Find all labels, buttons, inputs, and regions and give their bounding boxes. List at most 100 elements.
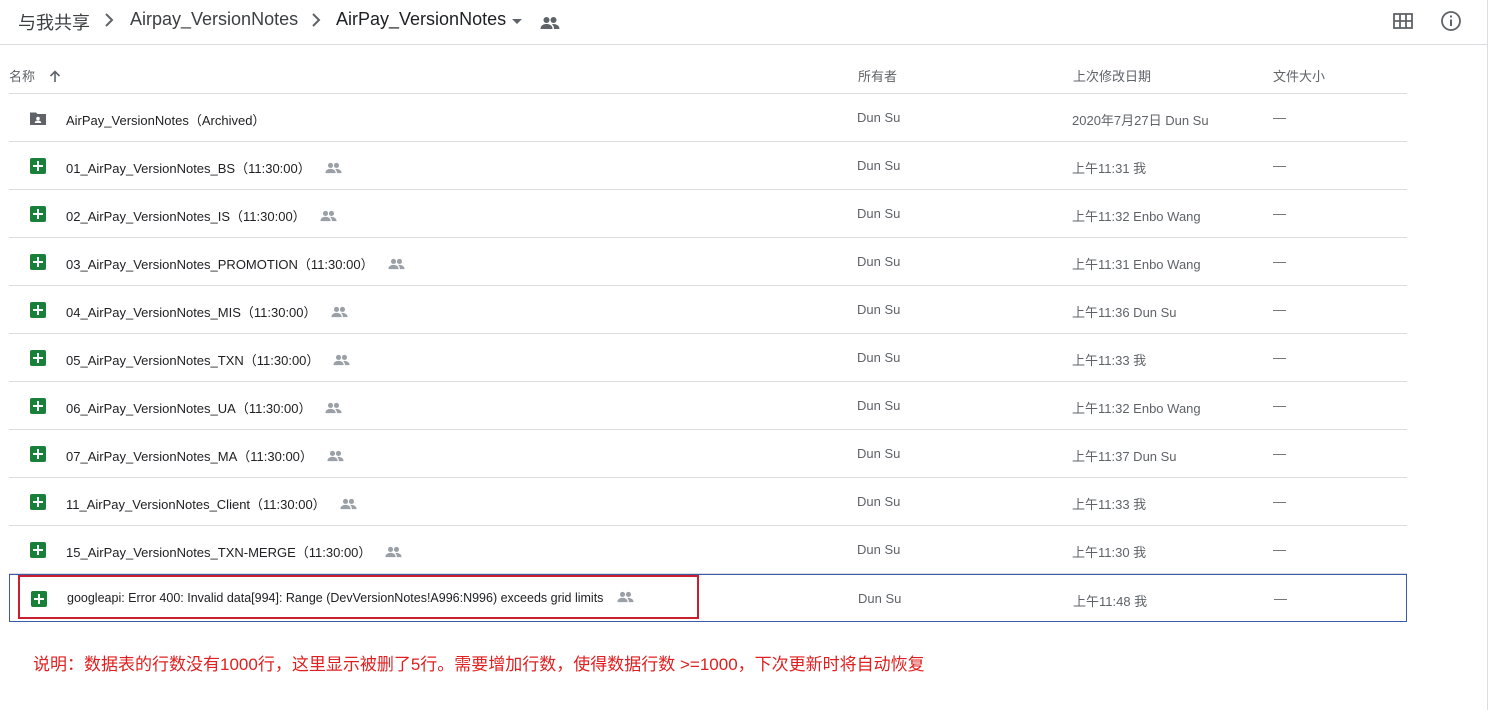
shared-folder-icon (30, 112, 46, 125)
file-row[interactable]: 04_AirPay_VersionNotes_MIS（11:30:00） Dun … (9, 286, 1407, 334)
top-bar: 与我共享 Airpay_VersionNotes AirPay_VersionN… (0, 0, 1487, 45)
file-size: — (1273, 254, 1286, 269)
file-name[interactable]: 07_AirPay_VersionNotes_MA（11:30:00） (66, 446, 344, 465)
file-name[interactable]: 01_AirPay_VersionNotes_BS（11:30:00） (66, 158, 342, 177)
dropdown-arrow-icon[interactable] (511, 18, 523, 26)
file-name-text[interactable]: AirPay_VersionNotes（Archived） (66, 113, 265, 128)
file-owner: Dun Su (857, 446, 901, 461)
folder-row[interactable]: AirPay_VersionNotes（Archived） Dun Su 2020年… (9, 94, 1407, 142)
file-owner: Dun Su (857, 302, 901, 317)
shared-people-icon (325, 162, 342, 173)
grid-view-icon[interactable] (1393, 13, 1413, 29)
column-header-name-label[interactable]: 名称 (9, 69, 35, 84)
file-row[interactable]: 11_AirPay_VersionNotes_Client（11:30:00） D… (9, 478, 1407, 526)
file-size: — (1274, 591, 1287, 606)
file-modified: 上午11:36 Dun Su (1072, 305, 1177, 320)
shared-people-icon (330, 306, 348, 317)
file-row[interactable]: 05_AirPay_VersionNotes_TXN（11:30:00） Dun … (9, 334, 1407, 382)
google-sheets-icon (30, 302, 46, 318)
file-name-text[interactable]: 15_AirPay_VersionNotes_TXN-MERGE（11:30:0… (66, 545, 371, 560)
shared-people-icon (388, 258, 405, 269)
file-name[interactable]: 06_AirPay_VersionNotes_UA（11:30:00） (66, 398, 343, 417)
info-icon[interactable] (1440, 10, 1462, 32)
file-owner: Dun Su (857, 542, 901, 557)
file-name[interactable]: googleapi: Error 400: Invalid data[994]:… (67, 591, 634, 605)
shared-people-icon (340, 498, 357, 509)
column-header-modified[interactable]: 上次修改日期 (1073, 66, 1151, 85)
annotation-note: 说明：数据表的行数没有1000行，这里显示被删了5行。需要增加行数，使得数据行数… (33, 655, 925, 674)
file-name-text[interactable]: 07_AirPay_VersionNotes_MA（11:30:00） (66, 449, 313, 464)
chevron-right-icon (105, 13, 114, 27)
file-size: — (1273, 350, 1286, 365)
google-sheets-icon (30, 494, 46, 510)
file-name[interactable]: 05_AirPay_VersionNotes_TXN（11:30:00） (66, 350, 350, 369)
file-name-text[interactable]: 11_AirPay_VersionNotes_Client（11:30:00） (66, 497, 326, 512)
file-owner: Dun Su (857, 350, 901, 365)
file-modified: 上午11:30 我 (1072, 545, 1147, 560)
file-modified: 上午11:31 我 (1072, 161, 1147, 176)
file-modified: 上午11:33 我 (1072, 497, 1147, 512)
people-icon (540, 17, 560, 29)
breadcrumb-root[interactable]: 与我共享 (18, 9, 90, 35)
file-modified: 上午11:32 Enbo Wang (1072, 209, 1201, 224)
file-owner: Dun Su (858, 591, 902, 606)
file-size: — (1273, 542, 1286, 557)
file-size: — (1273, 446, 1286, 461)
file-name-text[interactable]: googleapi: Error 400: Invalid data[994]:… (67, 591, 603, 605)
file-size: — (1273, 158, 1286, 173)
file-row[interactable]: 02_AirPay_VersionNotes_IS（11:30:00） Dun S… (9, 190, 1407, 238)
file-name-text[interactable]: 01_AirPay_VersionNotes_BS（11:30:00） (66, 161, 311, 176)
file-modified: 上午11:33 我 (1072, 353, 1147, 368)
google-sheets-icon (30, 206, 46, 222)
file-name[interactable]: AirPay_VersionNotes（Archived） (66, 110, 265, 129)
panel-divider (1487, 0, 1488, 710)
file-owner: Dun Su (857, 494, 901, 509)
column-header-size: 文件大小 (1273, 69, 1326, 84)
file-owner: Dun Su (857, 158, 901, 173)
google-sheets-icon (31, 591, 47, 607)
file-name-text[interactable]: 04_AirPay_VersionNotes_MIS（11:30:00） (66, 305, 317, 320)
file-modified: 上午11:32 Enbo Wang (1072, 401, 1201, 416)
file-size: — (1273, 494, 1286, 509)
google-sheets-icon (30, 350, 46, 366)
column-header-owner: 所有者 (858, 69, 898, 84)
column-header-name[interactable]: 名称 (9, 66, 61, 85)
file-modified: 上午11:48 我 (1073, 594, 1148, 609)
file-modified: 上午11:37 Dun Su (1072, 449, 1177, 464)
breadcrumb-parent[interactable]: Airpay_VersionNotes (130, 9, 298, 30)
shared-people-icon (385, 546, 402, 557)
file-row[interactable]: 15_AirPay_VersionNotes_TXN-MERGE（11:30:0… (9, 526, 1407, 574)
file-name[interactable]: 02_AirPay_VersionNotes_IS（11:30:00） (66, 206, 337, 225)
google-sheets-icon (30, 446, 46, 462)
shared-people-icon (320, 210, 337, 221)
shared-people-icon (327, 450, 344, 461)
file-size: — (1273, 398, 1286, 413)
breadcrumb-current[interactable]: AirPay_VersionNotes (336, 9, 506, 30)
file-owner: Dun Su (857, 398, 901, 413)
google-sheets-icon (30, 158, 46, 174)
file-row[interactable]: googleapi: Error 400: Invalid data[994]:… (9, 574, 1407, 622)
sort-ascending-icon[interactable] (49, 70, 61, 83)
file-name-text[interactable]: 02_AirPay_VersionNotes_IS（11:30:00） (66, 209, 306, 224)
file-name[interactable]: 04_AirPay_VersionNotes_MIS（11:30:00） (66, 302, 348, 321)
file-name-text[interactable]: 06_AirPay_VersionNotes_UA（11:30:00） (66, 401, 311, 416)
file-name-text[interactable]: 05_AirPay_VersionNotes_TXN（11:30:00） (66, 353, 319, 368)
file-modified: 上午11:31 Enbo Wang (1072, 257, 1201, 272)
shared-people-icon (617, 591, 634, 602)
chevron-right-icon (312, 13, 321, 27)
file-owner: Dun Su (857, 254, 901, 269)
file-name-text[interactable]: 03_AirPay_VersionNotes_PROMOTION（11:30:0… (66, 257, 374, 272)
file-row[interactable]: 06_AirPay_VersionNotes_UA（11:30:00） Dun S… (9, 382, 1407, 430)
file-size: — (1273, 110, 1286, 125)
file-row[interactable]: 03_AirPay_VersionNotes_PROMOTION（11:30:0… (9, 238, 1407, 286)
file-name[interactable]: 15_AirPay_VersionNotes_TXN-MERGE（11:30:0… (66, 542, 402, 561)
file-size: — (1273, 302, 1286, 317)
file-name[interactable]: 11_AirPay_VersionNotes_Client（11:30:00） (66, 494, 357, 513)
file-row[interactable]: 01_AirPay_VersionNotes_BS（11:30:00） Dun S… (9, 142, 1407, 190)
file-row[interactable]: 07_AirPay_VersionNotes_MA（11:30:00） Dun S… (9, 430, 1407, 478)
file-modified: 2020年7月27日 Dun Su (1072, 113, 1209, 128)
file-owner: Dun Su (857, 110, 901, 125)
file-name[interactable]: 03_AirPay_VersionNotes_PROMOTION（11:30:0… (66, 254, 405, 273)
shared-people-icon (325, 402, 343, 413)
shared-people-icon (333, 354, 350, 365)
